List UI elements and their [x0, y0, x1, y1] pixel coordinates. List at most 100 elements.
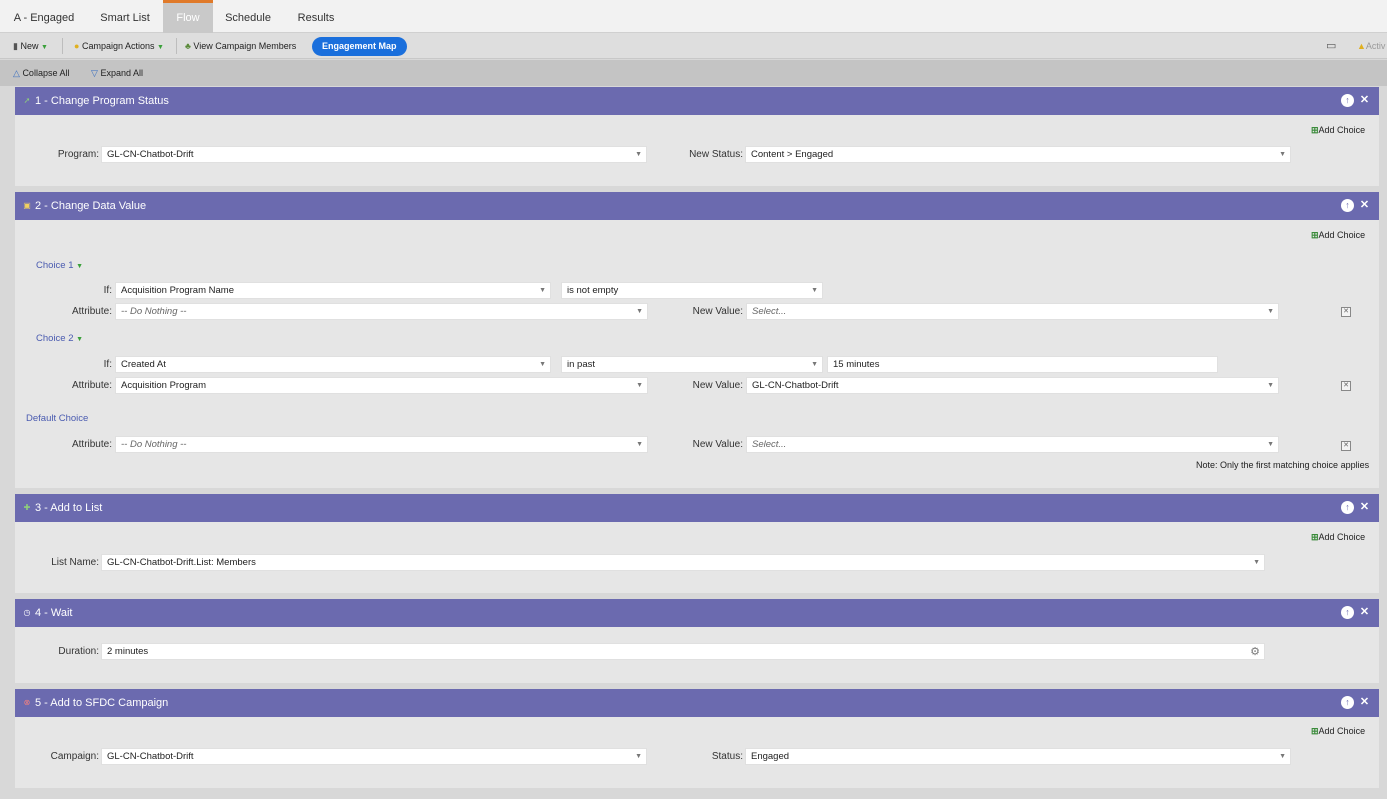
chevron-down-icon: ▼: [811, 287, 818, 294]
close-icon[interactable]: ✕: [1358, 501, 1371, 514]
move-up-icon[interactable]: ↑: [1341, 94, 1354, 107]
move-up-icon[interactable]: ↑: [1341, 199, 1354, 212]
chevron-down-icon: ▼: [1267, 308, 1274, 315]
program-label: Program:: [57, 149, 99, 160]
default-attribute-value: -- Do Nothing --: [121, 439, 187, 450]
choice-2-toggle[interactable]: Choice 2 ▼: [36, 333, 83, 344]
step-header[interactable]: ▣ 2 - Change Data Value ↑ ✕: [15, 192, 1379, 220]
duration-input[interactable]: 2 minutes ⚙: [101, 643, 1265, 660]
delete-choice-icon[interactable]: ✕: [1341, 441, 1351, 451]
lightbulb-icon: ●: [74, 41, 80, 51]
choice-1-attribute-select[interactable]: -- Do Nothing -- ▼: [115, 303, 648, 320]
tab-bar: A - Engaged Smart List Flow Schedule Res…: [0, 0, 1387, 33]
chevron-down-icon: ▼: [635, 753, 642, 760]
chevron-down-icon: ▼: [1279, 151, 1286, 158]
duration-label: Duration:: [58, 646, 99, 657]
close-icon[interactable]: ✕: [1358, 606, 1371, 619]
collapse-icon: △: [13, 68, 20, 78]
attribute-label: Attribute:: [71, 306, 112, 317]
move-up-icon[interactable]: ↑: [1341, 501, 1354, 514]
close-icon[interactable]: ✕: [1358, 94, 1371, 107]
tab-results[interactable]: Results: [283, 0, 349, 33]
tab-flow[interactable]: Flow: [163, 0, 213, 33]
add-choice-label: Add Choice: [1318, 230, 1366, 240]
choice-1-if-field-select[interactable]: Acquisition Program Name ▼: [115, 282, 551, 299]
add-choice-button[interactable]: ⊞Add Choice: [1311, 125, 1365, 136]
add-choice-label: Add Choice: [1318, 125, 1366, 135]
add-choice-label: Add Choice: [1318, 726, 1366, 736]
choice-2-operator-value: in past: [567, 359, 595, 370]
chevron-down-icon: ▼: [635, 151, 642, 158]
list-name-value: GL-CN-Chatbot-Drift.List: Members: [107, 557, 256, 568]
view-campaign-members-button[interactable]: ♣ View Campaign Members: [185, 33, 296, 59]
choice-2-label: Choice 2: [36, 333, 74, 344]
step-header[interactable]: ◷ 4 - Wait ↑ ✕: [15, 599, 1379, 627]
expand-collapse-bar: △ Collapse All ▽ Expand All: [0, 60, 1387, 86]
move-up-icon[interactable]: ↑: [1341, 606, 1354, 619]
delete-choice-icon[interactable]: ✕: [1341, 307, 1351, 317]
choice-2-new-value: GL-CN-Chatbot-Drift: [752, 380, 839, 391]
choice-1-operator-value: is not empty: [567, 285, 619, 296]
step-header[interactable]: ➚ 1 - Change Program Status ↑ ✕: [15, 87, 1379, 115]
step-title: 5 - Add to SFDC Campaign: [35, 697, 169, 709]
add-choice-button[interactable]: ⊞Add Choice: [1311, 230, 1365, 241]
choice-2-operator-select[interactable]: in past ▼: [561, 356, 823, 373]
default-new-value: Select...: [752, 439, 787, 450]
chevron-down-icon: ▼: [539, 361, 546, 368]
warning-icon: ▲: [1357, 41, 1366, 51]
chevron-down-icon: ▼: [1267, 441, 1274, 448]
new-menu[interactable]: ▮ New ▼: [13, 33, 48, 59]
sfdc-campaign-icon: ⊗: [23, 698, 31, 707]
new-status-select[interactable]: Content > Engaged ▼: [745, 146, 1291, 163]
list-name-select[interactable]: GL-CN-Chatbot-Drift.List: Members ▼: [101, 554, 1265, 571]
program-status-icon: ➚: [23, 96, 31, 105]
close-icon[interactable]: ✕: [1358, 696, 1371, 709]
toolbar-divider: [176, 38, 177, 54]
choice-2-attribute-select[interactable]: Acquisition Program ▼: [115, 377, 648, 394]
tab-schedule[interactable]: Schedule: [213, 0, 283, 33]
step-header[interactable]: ✚ 3 - Add to List ↑ ✕: [15, 494, 1379, 522]
gear-icon[interactable]: ⚙: [1250, 645, 1260, 659]
expand-all-label: Expand All: [100, 68, 143, 78]
window-icon[interactable]: ▭: [1326, 33, 1336, 59]
choice-2-if-field-select[interactable]: Created At ▼: [115, 356, 551, 373]
choice-1-new-value-select[interactable]: Select... ▼: [746, 303, 1279, 320]
choice-1-operator-select[interactable]: is not empty ▼: [561, 282, 823, 299]
add-icon: ⊞: [1311, 125, 1319, 135]
choice-1-if-field-value: Acquisition Program Name: [121, 285, 234, 296]
collapse-all-button[interactable]: △ Collapse All: [13, 60, 69, 86]
attribute-label: Attribute:: [71, 380, 112, 391]
add-choice-button[interactable]: ⊞Add Choice: [1311, 532, 1365, 543]
members-icon: ♣: [185, 41, 191, 51]
expand-all-button[interactable]: ▽ Expand All: [91, 60, 143, 86]
new-value-label: New Value:: [692, 439, 743, 450]
status-select[interactable]: Engaged ▼: [745, 748, 1291, 765]
toolbar: ▮ New ▼ ● Campaign Actions ▼ ♣ View Camp…: [0, 33, 1387, 59]
delete-choice-icon[interactable]: ✕: [1341, 381, 1351, 391]
campaign-select[interactable]: GL-CN-Chatbot-Drift ▼: [101, 748, 647, 765]
default-new-value-select[interactable]: Select... ▼: [746, 436, 1279, 453]
choice-2-new-value-select[interactable]: GL-CN-Chatbot-Drift ▼: [746, 377, 1279, 394]
engagement-map-button[interactable]: Engagement Map: [312, 37, 407, 56]
campaign-value: GL-CN-Chatbot-Drift: [107, 751, 194, 762]
default-attribute-select[interactable]: -- Do Nothing -- ▼: [115, 436, 648, 453]
campaign-actions-label: Campaign Actions: [81, 41, 155, 51]
chevron-down-icon: ▼: [1267, 382, 1274, 389]
step-header[interactable]: ⊗ 5 - Add to SFDC Campaign ↑ ✕: [15, 689, 1379, 717]
program-select[interactable]: GL-CN-Chatbot-Drift ▼: [101, 146, 647, 163]
program-value: GL-CN-Chatbot-Drift: [107, 149, 194, 160]
tab-smart-list[interactable]: Smart List: [88, 0, 162, 33]
choice-1-toggle[interactable]: Choice 1 ▼: [36, 260, 83, 271]
expand-icon: ▽: [91, 68, 98, 78]
step-title: 4 - Wait: [35, 607, 73, 619]
clock-icon: ◷: [23, 608, 31, 617]
choice-2-value-input[interactable]: 15 minutes: [827, 356, 1218, 373]
tab-campaign-name[interactable]: A - Engaged: [0, 0, 88, 33]
move-up-icon[interactable]: ↑: [1341, 696, 1354, 709]
campaign-actions-menu[interactable]: ● Campaign Actions ▼: [74, 33, 164, 59]
choice-2-value: 15 minutes: [833, 359, 880, 370]
add-choice-button[interactable]: ⊞Add Choice: [1311, 726, 1365, 737]
chevron-down-icon: ▼: [811, 361, 818, 368]
choice-1-new-value: Select...: [752, 306, 787, 317]
close-icon[interactable]: ✕: [1358, 199, 1371, 212]
